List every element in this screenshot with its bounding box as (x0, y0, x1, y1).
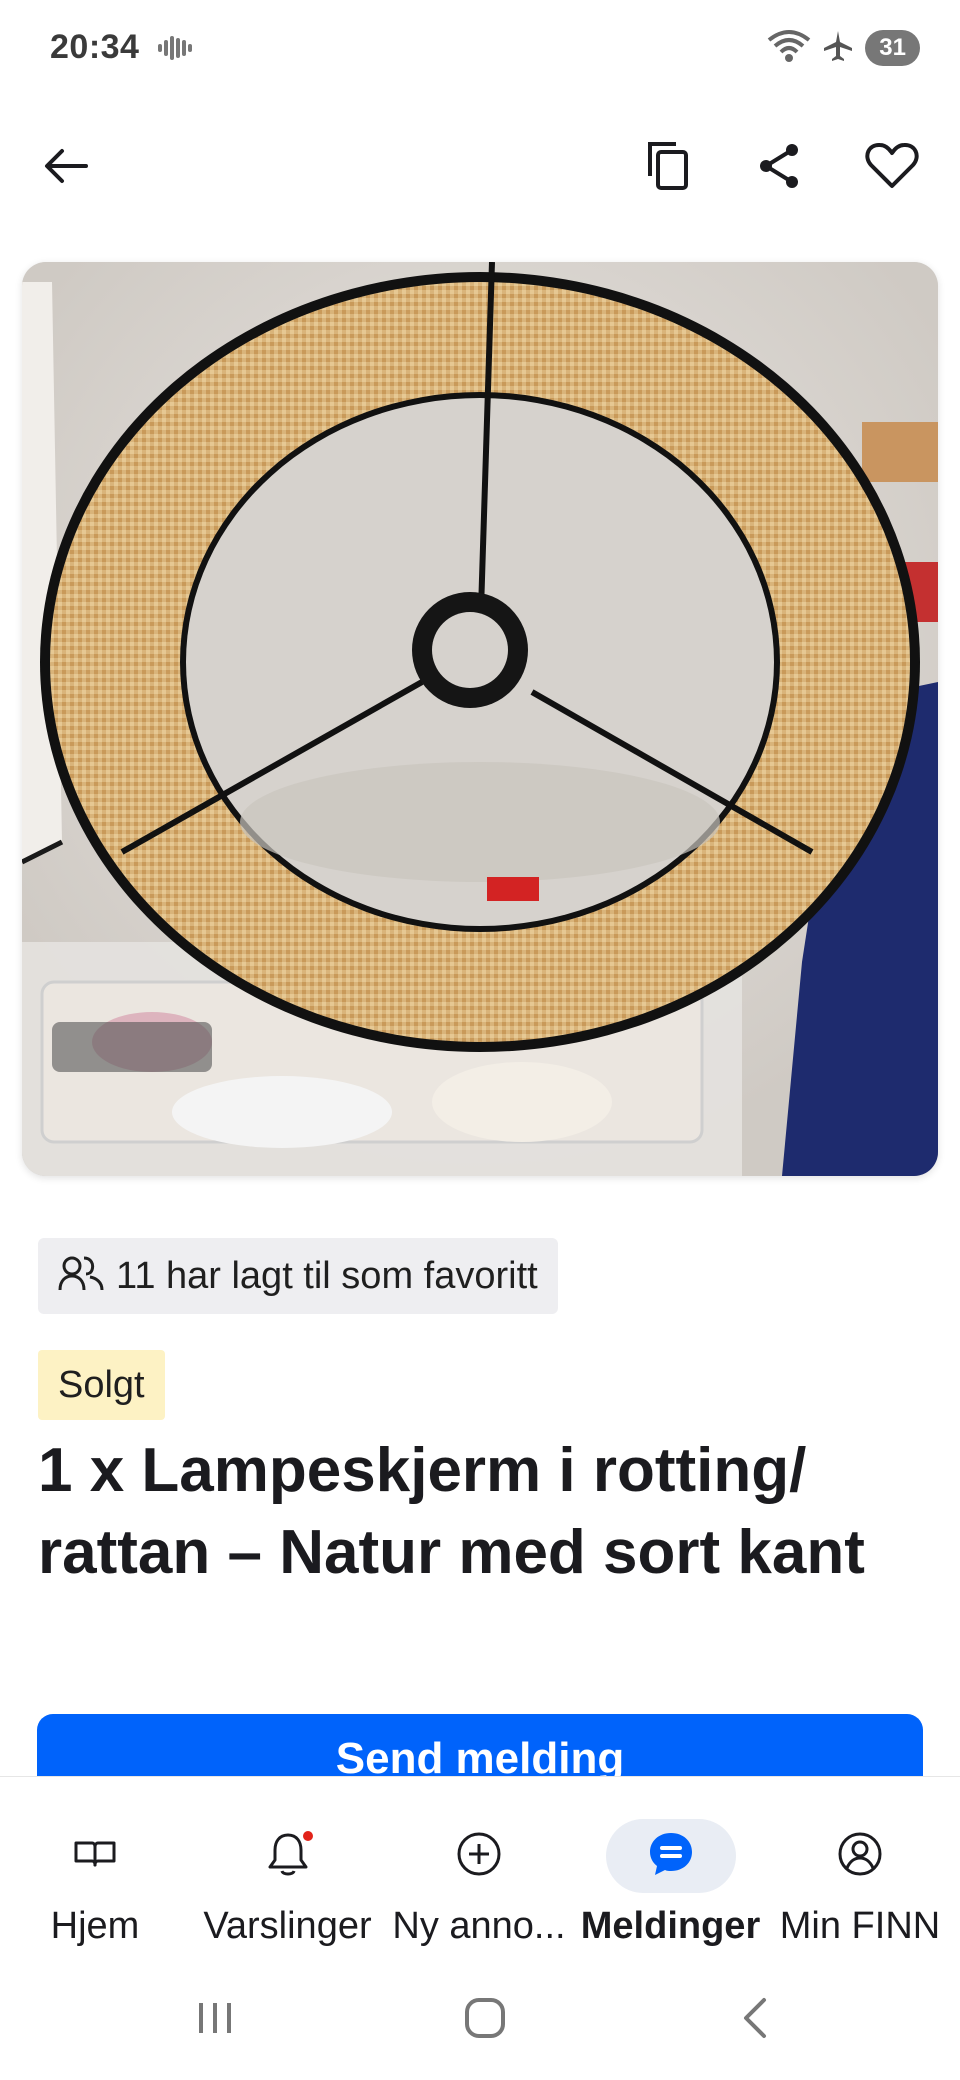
user-circle-icon (836, 1830, 884, 1883)
listing-title: 1 x Lampeskjerm i rotting/ rattan – Natu… (38, 1436, 865, 1587)
system-back-button[interactable] (720, 1990, 790, 2050)
status-indicators: 31 (767, 28, 920, 68)
battery-badge: 31 (865, 30, 920, 66)
nav-label-new-ad: Ny anno... (392, 1905, 566, 1947)
status-badge: Solgt (38, 1350, 165, 1420)
recents-button[interactable] (180, 1990, 250, 2050)
favorites-count-text: 11 har lagt til som favoritt (116, 1254, 538, 1297)
plus-circle-icon (455, 1830, 503, 1883)
top-app-bar (0, 120, 960, 220)
arrow-left-icon (42, 146, 90, 191)
chat-icon (647, 1830, 695, 1883)
users-icon (58, 1256, 104, 1297)
status-bar: 20:34 31 (0, 0, 960, 96)
recents-icon (195, 2001, 235, 2040)
nav-label-home: Hjem (50, 1905, 140, 1947)
nav-item-home[interactable]: Hjem (30, 1777, 160, 1957)
chevron-left-icon (740, 1996, 770, 2045)
send-message-label: Send melding (335, 1734, 625, 1776)
nav-item-my-finn[interactable]: Min FINN (775, 1777, 945, 1957)
nav-icon-container (414, 1819, 544, 1893)
heart-icon (865, 142, 919, 195)
favorite-button[interactable] (856, 132, 928, 204)
listing-page: 20:34 31 11 har lagt til som favoritt So… (0, 0, 960, 2080)
airplane-icon (821, 29, 855, 68)
copy-icon (644, 140, 692, 197)
nav-label-notifications: Varslinger (203, 1905, 372, 1947)
nav-icon-container (795, 1819, 925, 1893)
share-button[interactable] (744, 132, 816, 204)
notification-app-icon (156, 30, 196, 66)
nav-icon-container (223, 1819, 353, 1893)
nav-label-my-finn: Min FINN (779, 1905, 941, 1947)
book-icon (74, 1839, 116, 1874)
home-circle-icon (463, 1996, 507, 2045)
nav-item-new-ad[interactable]: Ny anno... (384, 1777, 574, 1957)
bottom-navigation: Hjem Varslinger Ny anno... Meldinger Min… (0, 1776, 960, 1956)
system-navigation-bar (0, 1960, 960, 2080)
send-button-container: Send melding (0, 1712, 960, 1776)
status-time: 20:34 (50, 28, 140, 66)
nav-icon-container (30, 1819, 160, 1893)
nav-icon-container-active (605, 1819, 736, 1893)
wifi-icon (767, 28, 811, 69)
nav-label-messages: Meldinger (580, 1905, 761, 1947)
home-button[interactable] (450, 1990, 520, 2050)
nav-item-messages[interactable]: Meldinger (573, 1777, 768, 1957)
notification-dot (300, 1829, 315, 1843)
copy-button[interactable] (632, 132, 704, 204)
send-message-button[interactable]: Send melding (37, 1714, 923, 1776)
listing-photo[interactable] (22, 262, 938, 1176)
nav-item-notifications[interactable]: Varslinger (195, 1777, 380, 1957)
favorites-count-chip: 11 har lagt til som favoritt (38, 1238, 558, 1314)
share-icon (756, 142, 804, 195)
back-button[interactable] (30, 132, 102, 204)
